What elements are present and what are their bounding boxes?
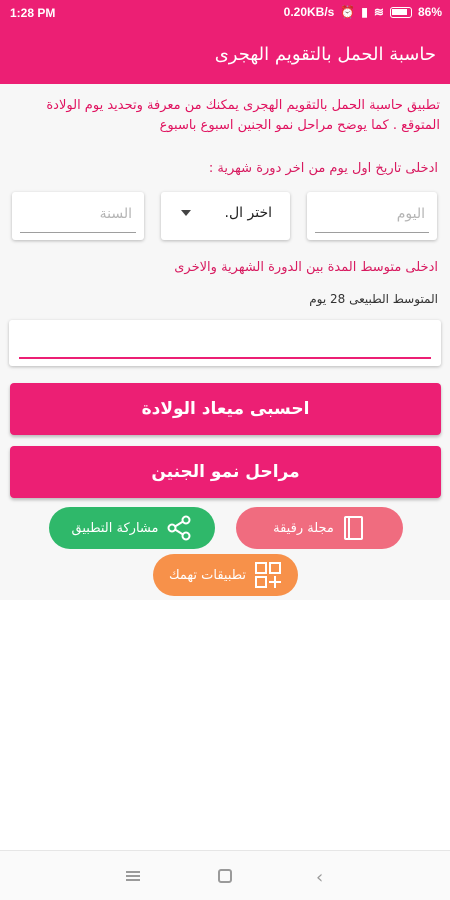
status-time: 1:28 PM [10,6,56,20]
battery-icon [389,6,412,18]
alarm-icon: ⏰ [340,5,356,19]
signal-icon: ▮ [361,5,368,19]
chevron-down-icon [181,210,191,216]
apps-grid-icon [255,562,282,588]
magazine-label: مجلة رقيقة [273,520,334,536]
recents-icon[interactable] [126,871,140,881]
home-icon[interactable] [218,869,232,883]
day-placeholder: اليوم [396,206,425,222]
status-indicators: 0.20KB/s ⏰ ▮ ≋ 86% [284,5,442,19]
growth-button-label: مراحل نمو الجنين [151,462,300,482]
year-input[interactable]: السنة [12,192,144,240]
day-underline [315,232,429,233]
system-nav-bar: ‹ [0,850,450,900]
intro-text: تطبيق حاسبة الحمل بالتقويم الهجرى يمكنك … [46,98,440,133]
year-underline [20,232,136,233]
main-content: تطبيق حاسبة الحمل بالتقويم الهجرى يمكنك … [0,84,450,600]
month-select-value: اختر ال. [224,205,272,221]
book-icon [343,516,363,540]
cycle-label: ادخلى متوسط المدة بين الدورة الشهرية وال… [174,260,438,275]
app-bar: حاسبة الحمل بالتقويم الهجرى [0,26,450,84]
month-select[interactable]: اختر ال. [161,192,290,240]
share-app-button[interactable]: مشاركة التطبيق [49,507,215,549]
apps-label: تطبيقات تهمك [168,567,247,583]
share-label: مشاركة التطبيق [71,520,159,536]
wifi-icon: ≋ [373,5,384,19]
cycle-length-input[interactable] [9,320,441,366]
calculate-button-label: احسبى ميعاد الولادة [141,399,310,419]
app-title: حاسبة الحمل بالتقويم الهجرى [214,44,436,65]
fetal-growth-button[interactable]: مراحل نمو الجنين [10,446,441,498]
battery-level: 86% [417,5,442,19]
back-icon[interactable]: ‹ [316,867,323,888]
calculate-due-date-button[interactable]: احسبى ميعاد الولادة [10,383,441,435]
cycle-input-underline [19,357,431,359]
status-bar: 1:28 PM 0.20KB/s ⏰ ▮ ≋ 86% [0,0,450,26]
day-input[interactable]: اليوم [307,192,437,240]
magazine-button[interactable]: مجلة رقيقة [236,507,403,549]
share-icon [167,515,191,541]
year-placeholder: السنة [99,206,132,222]
related-apps-button[interactable]: تطبيقات تهمك [153,554,298,596]
date-label: ادخلى تاريخ اول يوم من اخر دورة شهرية : [208,161,438,176]
network-speed: 0.20KB/s [283,5,335,19]
cycle-hint: المتوسط الطبيعى 28 يوم [309,292,438,306]
